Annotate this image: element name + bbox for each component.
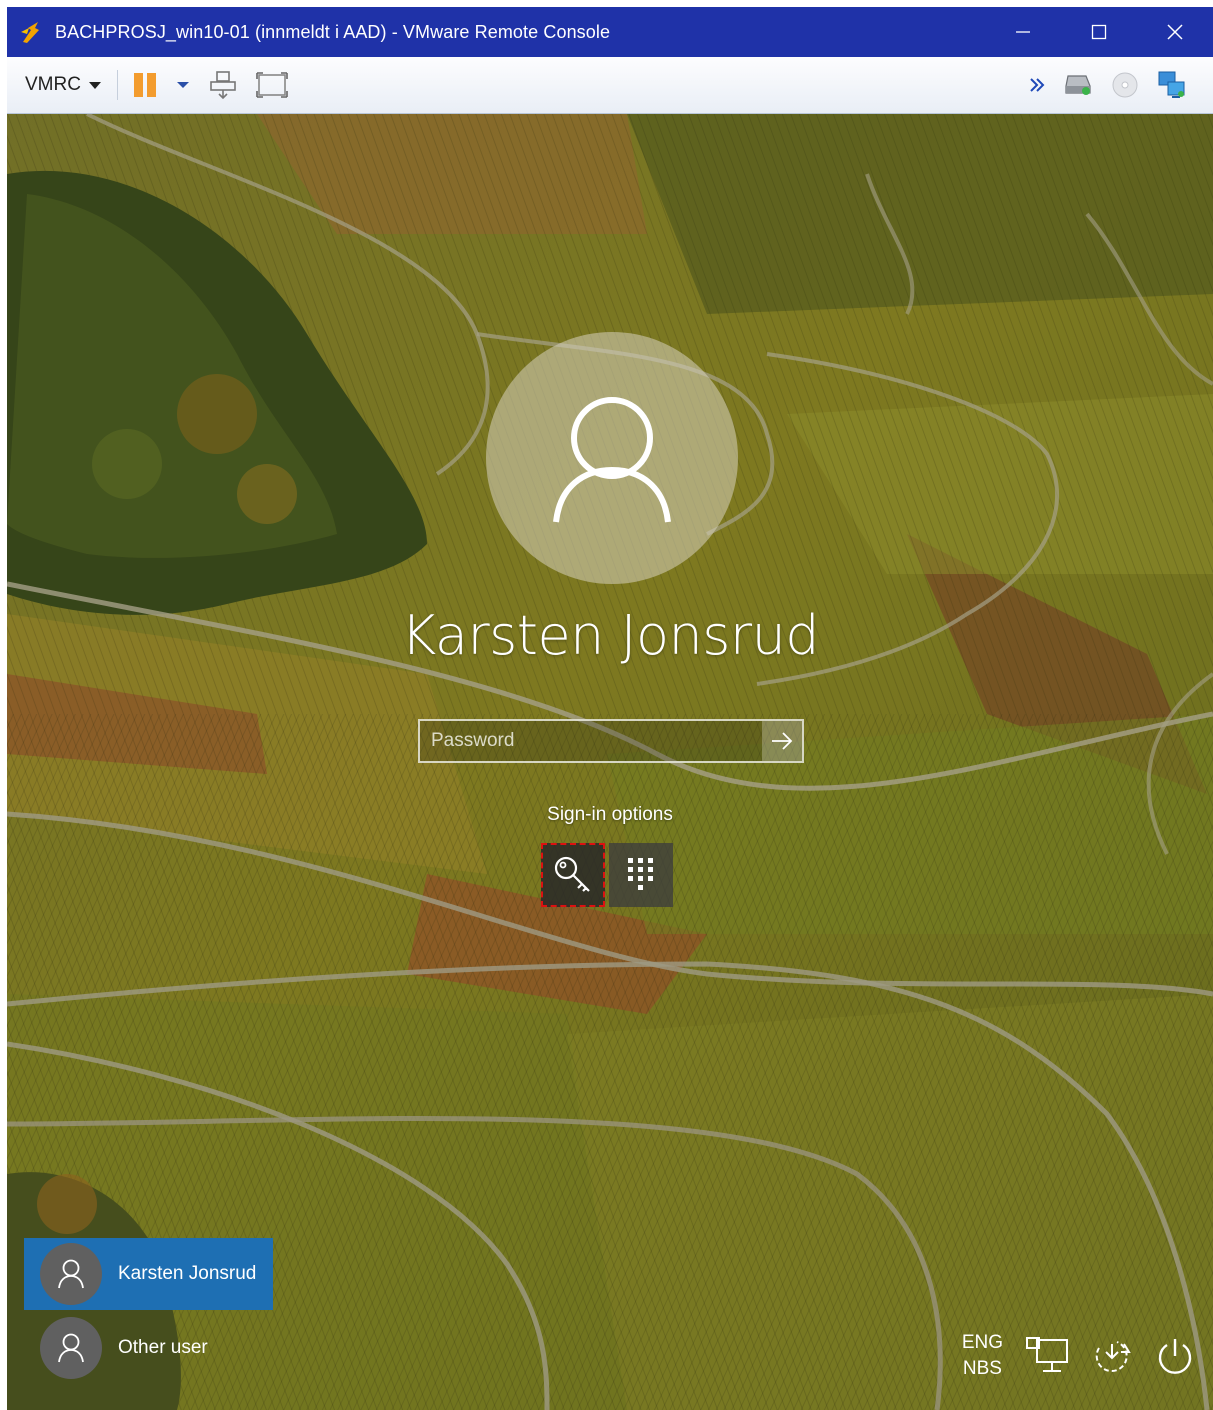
input-language-button[interactable]: ENG NBS — [962, 1330, 1003, 1382]
lockscreen-tray: ENG NBS — [962, 1330, 1195, 1382]
power-options-dropdown[interactable] — [176, 80, 190, 90]
network-adapter-button[interactable] — [1157, 70, 1187, 100]
password-box — [418, 719, 804, 763]
power-button[interactable] — [1155, 1336, 1195, 1376]
close-button[interactable] — [1137, 7, 1213, 57]
send-ctrl-alt-del-button[interactable] — [208, 70, 238, 100]
submit-button[interactable] — [762, 721, 802, 761]
user-tile-karsten[interactable]: Karsten Jonsrud — [24, 1238, 273, 1310]
dropdown-icon — [176, 82, 189, 88]
password-input[interactable] — [420, 721, 764, 761]
fit-window-icon — [256, 72, 288, 98]
maximize-icon — [1091, 24, 1107, 40]
expand-devices-button[interactable] — [1029, 77, 1045, 93]
key-icon — [554, 856, 590, 892]
vmrc-menu-label: VMRC — [25, 74, 81, 95]
user-icon — [58, 1259, 84, 1289]
toolbar-divider — [116, 70, 118, 100]
avatar — [40, 1243, 102, 1305]
password-option-button[interactable] — [541, 843, 605, 907]
minimize-icon — [1016, 31, 1030, 33]
fit-window-button[interactable] — [256, 71, 288, 99]
user-icon — [553, 397, 671, 523]
vmrc-menu[interactable]: VMRC — [25, 74, 101, 96]
ease-of-access-icon — [1095, 1341, 1131, 1373]
lockscreen-username: Karsten Jonsrud — [400, 604, 820, 667]
language-code: ENG — [961, 1332, 1003, 1353]
sign-in-options-label: Sign-in options — [547, 804, 673, 825]
pause-button[interactable] — [132, 72, 158, 98]
window-title: BACHPROSJ_win10-01 (innmeldt i AAD) - VM… — [55, 21, 611, 42]
cd-rom-button[interactable] — [1111, 71, 1139, 99]
send-ctrl-alt-del-icon — [210, 71, 236, 100]
network-icon — [1026, 1337, 1068, 1372]
arrow-right-icon — [772, 732, 793, 750]
ease-of-access-button[interactable] — [1091, 1336, 1133, 1376]
user-avatar — [486, 332, 738, 584]
hard-disk-icon — [1065, 75, 1091, 95]
maximize-button[interactable] — [1061, 7, 1137, 57]
keyboard-layout-code: NBS — [962, 1358, 1002, 1379]
network-icon — [1158, 71, 1185, 98]
user-icon — [58, 1333, 84, 1363]
pin-option-button[interactable] — [609, 843, 673, 907]
vmrc-window: BACHPROSJ_win10-01 (innmeldt i AAD) - VM… — [7, 7, 1213, 1410]
close-icon — [1167, 24, 1183, 40]
title-bar[interactable]: BACHPROSJ_win10-01 (innmeldt i AAD) - VM… — [7, 7, 1213, 57]
expand-icon — [1030, 78, 1045, 92]
minimize-button[interactable] — [985, 7, 1061, 57]
cd-rom-icon — [1112, 72, 1138, 98]
user-tile-label: Other user — [118, 1337, 208, 1358]
vmware-logo-icon — [21, 22, 39, 43]
power-icon — [1158, 1339, 1192, 1374]
user-tile-other[interactable]: Other user — [24, 1312, 273, 1384]
user-tile-label: Karsten Jonsrud — [118, 1263, 257, 1284]
avatar — [40, 1317, 102, 1379]
pin-keypad-icon — [628, 858, 653, 890]
vm-console[interactable]: Karsten Jonsrud Sign-in options Karsten … — [7, 114, 1213, 1410]
hard-disk-button[interactable] — [1063, 72, 1093, 98]
pause-icon — [133, 73, 156, 97]
chevron-down-icon — [88, 81, 101, 89]
vmrc-toolbar: VMRC — [7, 57, 1213, 114]
network-button[interactable] — [1025, 1336, 1069, 1376]
